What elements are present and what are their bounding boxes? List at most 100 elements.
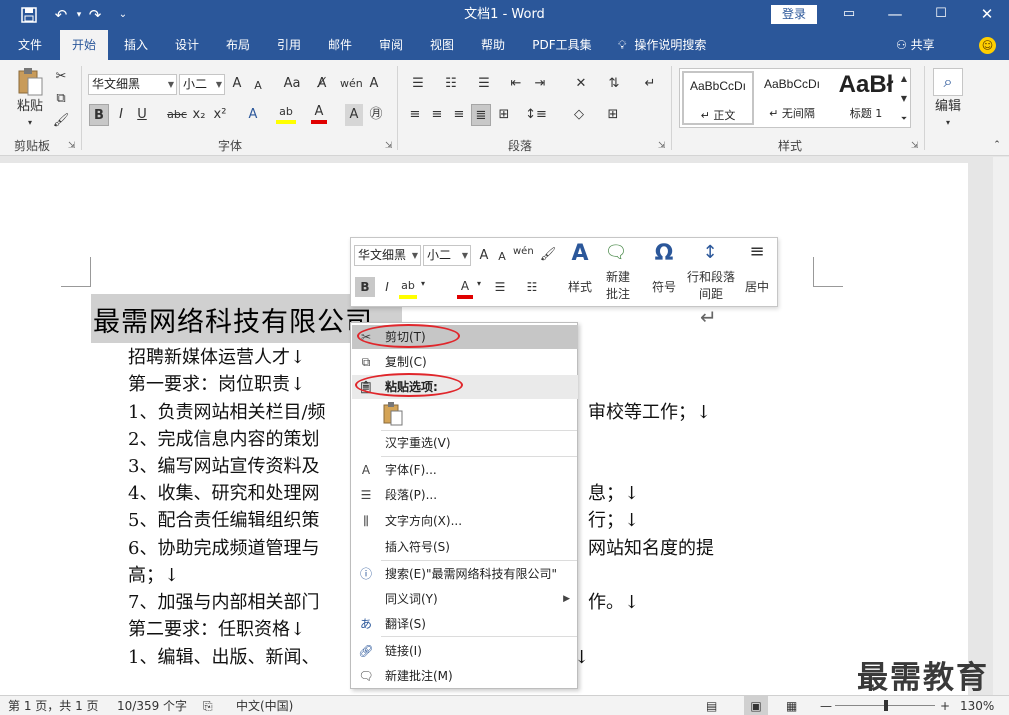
change-case-icon[interactable]: Aa — [279, 73, 305, 95]
zoom-slider-thumb[interactable] — [884, 700, 888, 711]
menu-item-reconvert[interactable]: 汉字重选(V) — [352, 431, 578, 455]
zoom-out-icon[interactable]: — — [820, 696, 832, 715]
minimize-icon[interactable]: — — [872, 0, 918, 30]
doc-line[interactable]: 网站知名度的提 — [588, 536, 714, 562]
new-comment-line2[interactable]: 批注 — [601, 285, 635, 302]
search-icon[interactable]: ⌕ — [933, 68, 963, 96]
doc-line[interactable]: 1、负责网站相关栏目/频 — [128, 400, 326, 426]
tell-me-search[interactable]: 💡︎ 操作说明搜索 — [618, 30, 706, 60]
close-icon[interactable]: ✕ — [964, 0, 1009, 30]
doc-line[interactable]: 高；↓ — [128, 563, 179, 589]
share-button[interactable]: ⚇ 共享 — [896, 30, 935, 60]
line-spacing-icon[interactable]: ↕≡ — [523, 104, 549, 126]
gallery-more-icon[interactable]: ⏷ — [897, 110, 911, 128]
line-spacing-line2[interactable]: 间距 — [685, 285, 737, 302]
styles-icon[interactable]: A — [565, 241, 595, 266]
highlight-icon[interactable]: ab — [399, 277, 417, 299]
multilevel-list-icon[interactable]: ☰ — [471, 73, 497, 95]
tab-home[interactable]: 开始 — [60, 30, 108, 60]
gallery-up-icon[interactable]: ▲ — [897, 70, 911, 88]
subscript-button[interactable]: x₂ — [190, 104, 208, 126]
page-count[interactable]: 第 1 页，共 1 页 — [8, 696, 99, 715]
text-effects-icon[interactable]: A — [244, 104, 262, 126]
align-right-icon[interactable]: ≡ — [449, 104, 469, 126]
font-color-icon[interactable]: A — [457, 277, 473, 299]
line-spacing-icon[interactable]: ↕ — [695, 242, 725, 263]
tab-review[interactable]: 审阅 — [369, 30, 413, 60]
tab-mailings[interactable]: 邮件 — [318, 30, 362, 60]
tab-layout[interactable]: 布局 — [216, 30, 260, 60]
doc-line[interactable]: 招聘新媒体运营人才↓ — [128, 345, 305, 371]
symbol-icon[interactable]: Ω — [647, 241, 681, 266]
read-mode-icon[interactable]: ▤ — [706, 696, 717, 715]
tab-design[interactable]: 设计 — [165, 30, 209, 60]
phonetic-guide-icon[interactable]: wén — [513, 246, 534, 257]
doc-line[interactable]: 1、编辑、出版、新闻、 — [128, 645, 319, 671]
increase-indent-icon[interactable]: ⇥ — [530, 73, 550, 95]
align-center-icon[interactable]: ≡ — [427, 104, 447, 126]
distributed-icon[interactable]: ⊞ — [494, 104, 514, 126]
font-launcher-icon[interactable]: ⇲ — [385, 141, 395, 151]
style-normal[interactable]: AaBbCcDı ↵ 正文 — [682, 71, 754, 125]
menu-item-new-comment[interactable]: 🗨︎ 新建批注(M) — [352, 664, 578, 688]
font-color-icon[interactable]: A — [311, 104, 327, 124]
menu-item-font[interactable]: A 字体(F)... — [352, 458, 578, 482]
character-border-icon[interactable]: A — [364, 73, 384, 95]
copy-icon[interactable]: ⧉ — [51, 88, 71, 110]
shading-icon[interactable]: ◇ — [566, 104, 592, 126]
bullets-icon[interactable]: ☰ — [489, 277, 511, 297]
paragraph-launcher-icon[interactable]: ⇲ — [658, 141, 668, 151]
center-icon[interactable]: ≡ — [743, 241, 771, 262]
superscript-button[interactable]: x² — [211, 104, 229, 126]
tab-references[interactable]: 引用 — [267, 30, 311, 60]
show-marks-icon[interactable]: ↵ — [640, 73, 660, 95]
menu-item-search[interactable]: ⓘ 搜索(E)"最需网络科技有限公司" — [352, 562, 578, 586]
borders-icon[interactable]: ⊞ — [600, 104, 626, 126]
menu-item-insert-symbol[interactable]: 插入符号(S) — [352, 535, 578, 559]
print-layout-icon[interactable]: ▣ — [744, 696, 768, 715]
doc-line[interactable]: 4、收集、研究和处理网 — [128, 481, 319, 507]
doc-line[interactable]: 息；↓ — [588, 481, 639, 507]
menu-item-copy[interactable]: ⧉ 复制(C) — [352, 350, 578, 374]
bold-button[interactable]: B — [355, 277, 375, 297]
tab-file[interactable]: 文件 — [10, 30, 50, 60]
italic-button[interactable]: I — [112, 104, 130, 126]
grow-font-icon[interactable]: A — [229, 73, 245, 95]
doc-line[interactable]: 作。↓ — [588, 590, 639, 616]
shrink-font-icon[interactable]: A — [495, 250, 509, 263]
styles-launcher-icon[interactable]: ⇲ — [911, 141, 921, 151]
font-size-combo[interactable]: 小二 ▼ — [179, 74, 225, 95]
doc-line[interactable]: 6、协助完成频道管理与 — [128, 536, 319, 562]
sort-icon[interactable]: ⇅ — [604, 73, 624, 95]
menu-item-paragraph[interactable]: ☰ 段落(P)... — [352, 483, 578, 507]
clipboard-launcher-icon[interactable]: ⇲ — [68, 141, 78, 151]
language-status[interactable]: 中文(中国) — [236, 696, 293, 715]
gallery-down-icon[interactable]: ▼ — [897, 90, 911, 108]
tab-insert[interactable]: 插入 — [114, 30, 158, 60]
format-painter-icon[interactable]: 🖌︎ — [51, 110, 71, 132]
menu-item-link[interactable]: 🔗︎ 链接(I) — [352, 639, 578, 663]
menu-item-translate[interactable]: あ 翻译(S) — [352, 612, 578, 636]
line-spacing-line1[interactable]: 行和段落 — [685, 268, 737, 285]
maximize-icon[interactable]: ☐ — [918, 0, 964, 30]
paste-keep-text-only-icon[interactable] — [381, 401, 405, 427]
doc-line[interactable]: 2、完成信息内容的策划 — [128, 427, 319, 453]
decrease-indent-icon[interactable]: ⇤ — [506, 73, 526, 95]
doc-line[interactable]: 行；↓ — [588, 508, 639, 534]
clear-formatting-icon[interactable]: A̸ — [313, 73, 331, 95]
doc-line[interactable]: 第二要求：任职资格↓ — [128, 617, 305, 643]
mini-font-size-combo[interactable]: 小二 ▼ — [423, 245, 471, 266]
chevron-down-icon[interactable]: ▾ — [419, 279, 427, 288]
new-comment-icon[interactable]: 🗨︎ — [603, 242, 629, 263]
phonetic-guide-icon[interactable]: wén — [340, 73, 363, 95]
login-button[interactable]: 登录 — [771, 5, 817, 24]
grow-font-icon[interactable]: A — [477, 248, 491, 263]
bold-button[interactable]: B — [89, 104, 109, 126]
doc-line[interactable]: 7、加强与内部相关部门 — [128, 590, 319, 616]
format-painter-icon[interactable]: 🖌︎ — [539, 247, 557, 262]
menu-item-synonyms[interactable]: 同义词(Y) ▶ — [352, 587, 578, 611]
feedback-smiley-icon[interactable]: ☺ — [979, 37, 996, 54]
numbering-icon[interactable]: ☷ — [521, 277, 543, 297]
chinese-layout-icon[interactable]: ✕ — [568, 73, 594, 95]
symbol-button[interactable]: 符号 — [647, 278, 681, 295]
